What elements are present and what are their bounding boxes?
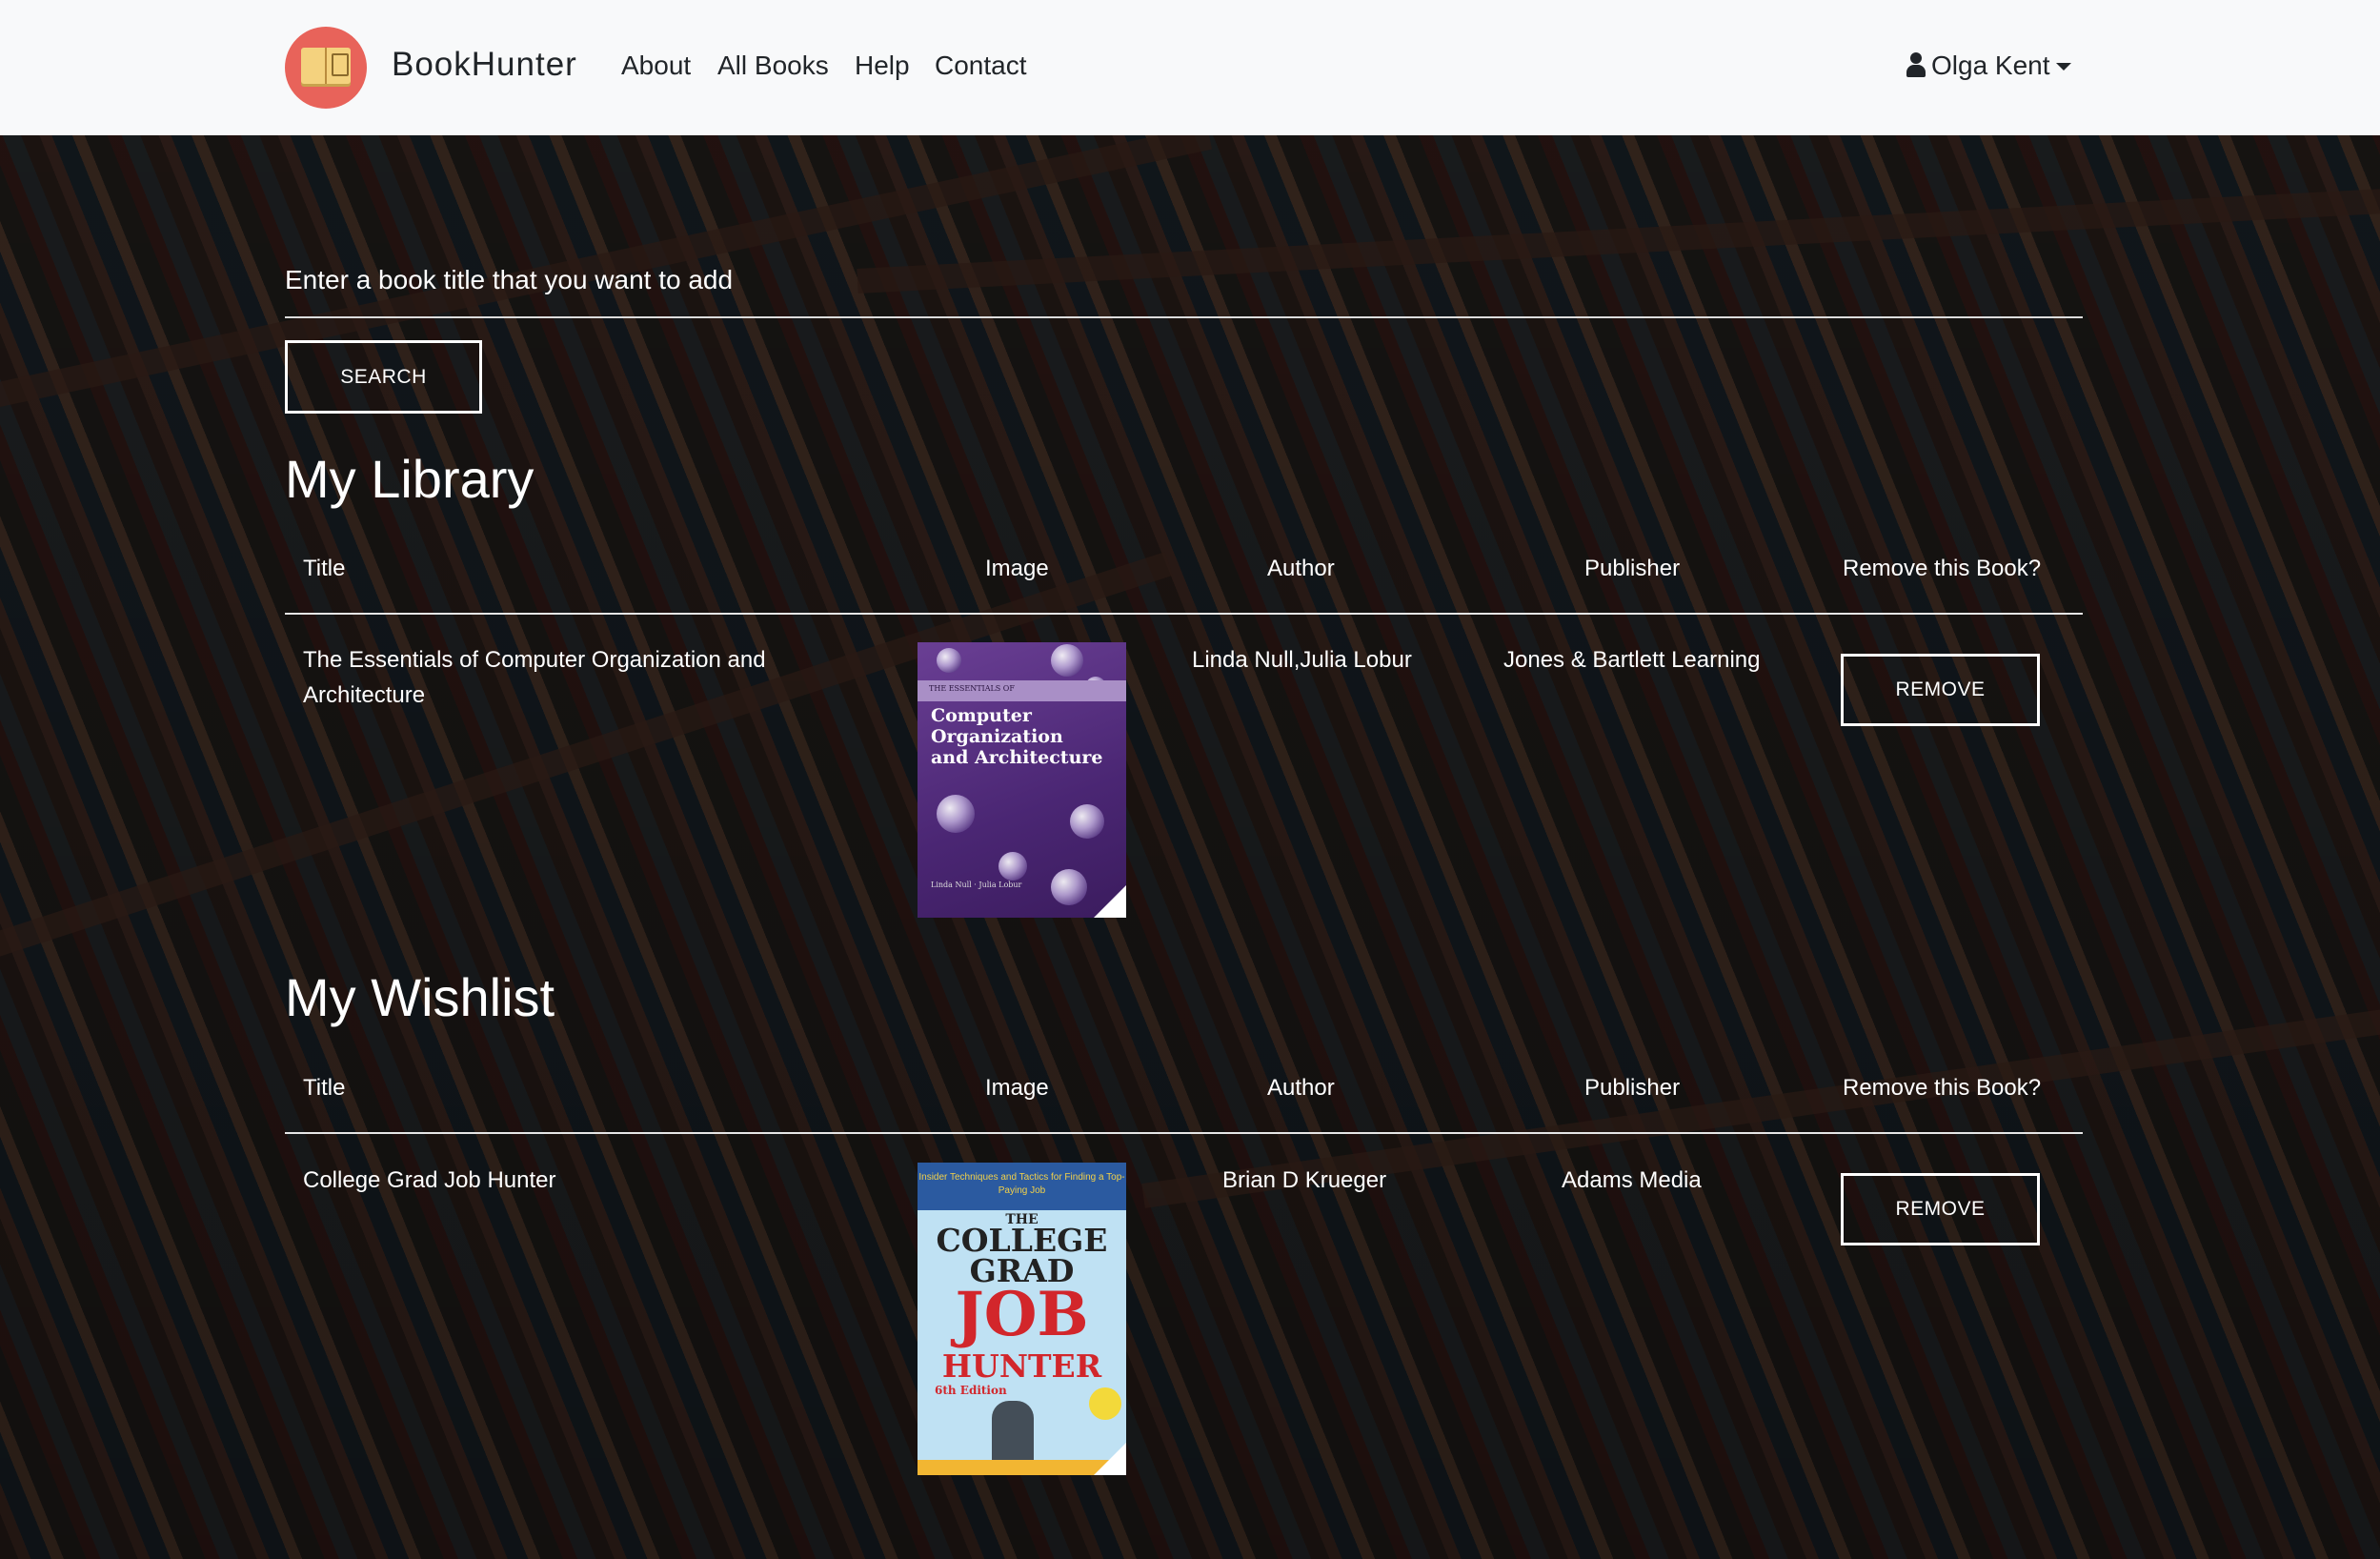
search-label: Enter a book title that you want to add	[285, 265, 734, 294]
wishlist-header-divider	[285, 1132, 2083, 1134]
wishlist-col-remove: Remove this Book?	[1843, 1075, 2042, 1101]
remove-button[interactable]: REMOVE	[1841, 654, 2040, 726]
brand-name[interactable]: BookHunter	[392, 46, 577, 84]
book-title: College Grad Job Hunter	[303, 1167, 556, 1193]
library-title: My Library	[285, 449, 534, 509]
user-icon	[1906, 52, 1926, 77]
remove-button[interactable]: REMOVE	[1841, 1173, 2040, 1245]
user-name: Olga Kent	[1931, 51, 2050, 80]
book-cover-image: Insider Techniques and Tactics for Findi…	[918, 1163, 1126, 1475]
chevron-down-icon[interactable]	[2056, 63, 2071, 71]
book-logo-icon[interactable]	[285, 27, 367, 109]
library-col-author: Author	[1267, 556, 1335, 581]
wishlist-col-publisher: Publisher	[1584, 1075, 1681, 1101]
book-publisher: Jones & Bartlett Learning	[1503, 647, 1761, 673]
book-title: The Essentials of Computer Organization …	[303, 647, 766, 708]
book-author: Linda Null,Julia Lobur	[1192, 647, 1412, 673]
nav-link-all-books[interactable]: All Books	[717, 51, 829, 81]
wishlist-col-image: Image	[985, 1075, 1049, 1101]
nav-link-help[interactable]: Help	[855, 51, 910, 81]
nav-link-about[interactable]: About	[621, 51, 691, 81]
book-author: Brian D Krueger	[1222, 1167, 1387, 1193]
nav-link-contact[interactable]: Contact	[935, 51, 1027, 81]
library-col-title: Title	[303, 556, 346, 581]
library-col-image: Image	[985, 556, 1049, 581]
library-col-publisher: Publisher	[1584, 556, 1681, 581]
wishlist-col-title: Title	[303, 1075, 346, 1101]
wishlist-title: My Wishlist	[285, 967, 555, 1027]
navbar: BookHunter About All Books Help Contact …	[0, 0, 2380, 135]
user-menu[interactable]: Olga Kent	[1906, 51, 2050, 81]
library-header-divider	[285, 613, 2083, 615]
wishlist-col-author: Author	[1267, 1075, 1335, 1101]
search-input-underline[interactable]	[285, 316, 2083, 318]
library-col-remove: Remove this Book?	[1843, 556, 2042, 581]
search-button[interactable]: SEARCH	[285, 340, 482, 414]
book-publisher: Adams Media	[1562, 1167, 1702, 1193]
book-cover-image: THE ESSENTIALS OF Computer Organization an…	[918, 642, 1126, 918]
